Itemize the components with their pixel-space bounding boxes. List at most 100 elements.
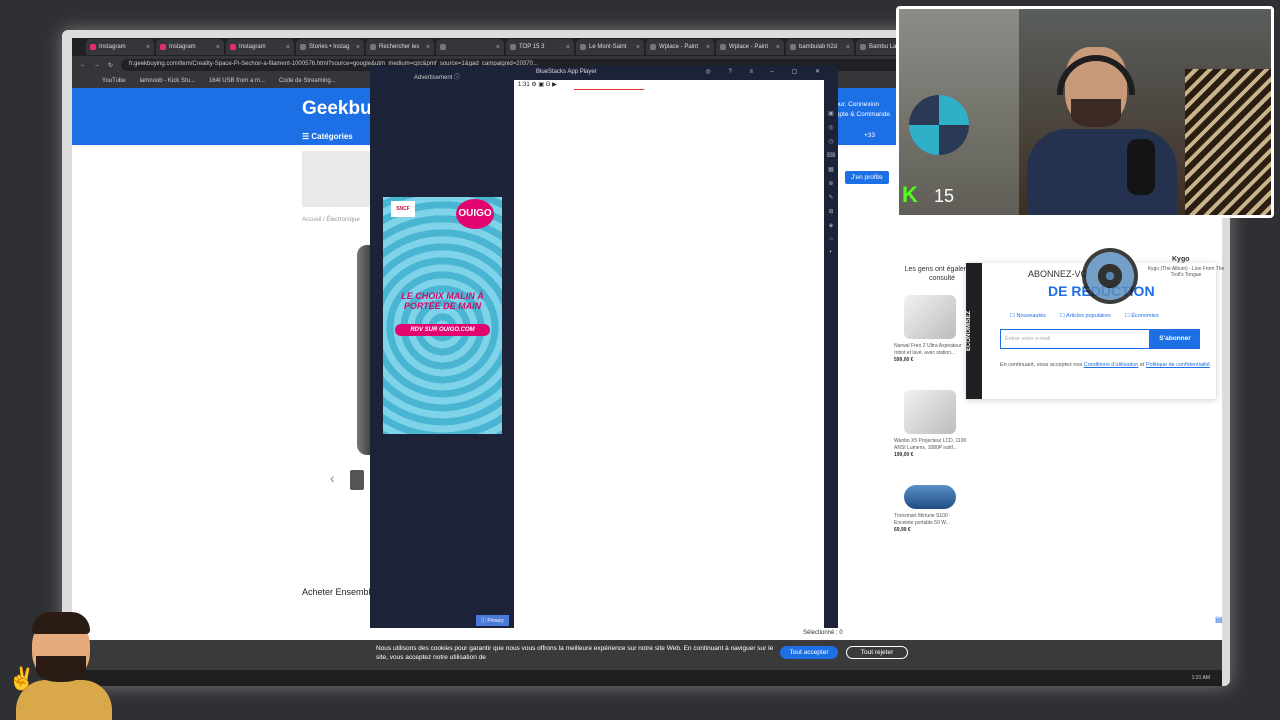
ad-privacy-button[interactable]: ⓘ Privacy [476, 615, 509, 626]
newsletter-side-label: ÉCONOMISEZ [966, 263, 982, 399]
option-popular[interactable]: ☐ Articles populaires [1060, 313, 1111, 319]
ouigo-ad[interactable]: SNCF OUIGO LE CHOIX MALIN À PORTÉE DE MA… [383, 197, 502, 434]
tab-favicon-icon [720, 44, 726, 50]
chevron-left-icon[interactable]: ‹ [330, 470, 335, 486]
tab-label: Instagram [239, 44, 266, 50]
product-price: 69,99 € [894, 527, 911, 533]
browser-tab[interactable]: TOP 15 3 × [506, 39, 574, 55]
toolbar-icon[interactable]: ⌨ [827, 152, 836, 159]
zebra-cushion [1185, 69, 1271, 215]
toolbar-icon[interactable]: ◐ [829, 249, 833, 255]
tab-label: Rechercher les [379, 44, 420, 50]
bookmark-kick[interactable]: lamnoob - Kick Stu... [140, 78, 195, 84]
close-icon[interactable]: × [216, 44, 220, 51]
close-icon[interactable]: × [286, 44, 290, 51]
streamer-avatar: ✌ [2, 610, 112, 720]
ad-cta-button[interactable]: RDV SUR OUIGO.COM [395, 324, 490, 336]
reload-icon[interactable]: ↻ [108, 62, 113, 69]
tab-label: bambulab h2d [799, 44, 838, 50]
product-thumbnail[interactable] [350, 470, 364, 490]
categories-menu[interactable]: ☰ Catégories [302, 132, 353, 141]
ad-label: Advertisement ⓘ [414, 75, 461, 81]
terms-link[interactable]: Conditions d'utilisation [1084, 362, 1139, 368]
toolbar-icon[interactable]: ⌂ [829, 236, 833, 242]
toolbar-icon[interactable]: ◈ [829, 222, 834, 229]
windows-taskbar: 1:31 AM [72, 670, 1222, 686]
close-icon[interactable]: × [146, 44, 150, 51]
bluestacks-title: BlueStacks App Player [536, 69, 597, 75]
toolbar-icon[interactable]: ◎ [828, 124, 833, 131]
newsletter-title: ABONNEZ-VO [1028, 269, 1088, 279]
bluestacks-window: Advertisement ⓘ SNCF OUIGO LE CHOIX MALI… [370, 66, 838, 628]
browser-tab[interactable]: × [436, 39, 504, 55]
avatar-hair [32, 612, 90, 634]
browser-tab[interactable]: Wplace - Paint × [716, 39, 784, 55]
browser-tab[interactable]: Stories • Instag × [296, 39, 364, 55]
close-icon[interactable]: × [776, 44, 780, 51]
toolbar-icon[interactable]: ▣ [828, 110, 834, 117]
option-new[interactable]: ☐ Nouveautés [1010, 313, 1046, 319]
newsletter-legal: En continuant, vous acceptez nos Conditi… [1000, 362, 1210, 368]
toolbar-icon[interactable]: ✎ [828, 194, 833, 201]
tab-favicon-icon [300, 44, 306, 50]
browser-tab[interactable]: Instagram × [156, 39, 224, 55]
promo-banner[interactable] [302, 151, 372, 207]
close-icon[interactable]: × [846, 44, 850, 51]
close-icon[interactable]: × [636, 44, 640, 51]
bookmark-usb[interactable]: 164t USB from a m... [209, 78, 265, 84]
peace-sign-icon: ✌ [8, 666, 36, 691]
privacy-link[interactable]: Politique de confidentialité [1146, 362, 1210, 368]
also-viewed-item[interactable]: Wanbo X5 Projecteur LCD, 1100 ANSI Lumen… [894, 390, 968, 459]
toolbar-icon[interactable]: ⊕ [828, 180, 833, 187]
tab-label: TOP 15 3 [519, 44, 545, 50]
close-icon[interactable]: × [496, 44, 500, 51]
toolbar-icon[interactable]: ▦ [828, 166, 834, 173]
window-controls[interactable]: ◎ ? ≡ – ▢ ✕ [706, 68, 828, 75]
cookie-banner: Nous utilisons des cookies pour garantir… [72, 640, 1222, 670]
tab-label: Stories • Instag [309, 44, 350, 50]
promo-cta-button[interactable]: J'en profite [845, 171, 889, 184]
browser-tab[interactable]: Instagram × [86, 39, 154, 55]
subscribe-button[interactable]: S'abonner [1150, 329, 1200, 349]
browser-tab[interactable]: bambulab h2d × [786, 39, 854, 55]
browser-tab[interactable]: Rechercher les × [366, 39, 434, 55]
tab-favicon-icon [580, 44, 586, 50]
clipboard-icon[interactable]: ▤ [1215, 615, 1223, 624]
toolbar-icon[interactable]: ⊞ [828, 208, 833, 215]
forward-icon[interactable]: → [94, 62, 100, 68]
browser-tab[interactable]: Instagram × [226, 39, 294, 55]
viewer-count: 15 [934, 186, 955, 206]
tab-favicon-icon [90, 44, 96, 50]
product-price: 599,00 € [894, 357, 914, 363]
also-viewed-item[interactable]: Tronsmart Mirtune S100 Enceinte portable… [894, 475, 968, 534]
login-link[interactable]: jour. Connexion [834, 100, 890, 110]
toolbar-icon[interactable]: ◷ [828, 138, 833, 145]
email-field[interactable]: Entrer votre e-mail [1000, 329, 1150, 349]
status-icons: ⚙ ▣ G ▶ [531, 82, 557, 88]
bookmark-youtube[interactable]: YouTube [102, 78, 126, 84]
tab-favicon-icon [650, 44, 656, 50]
close-icon[interactable]: × [356, 44, 360, 51]
also-viewed-item[interactable]: Narwal Freo Z Ultra Aspirateur robot et … [894, 295, 968, 364]
phone-number: +33 [864, 132, 876, 139]
ouigo-logo: OUIGO [456, 199, 494, 229]
reject-cookies-button[interactable]: Tout rejeter [846, 646, 908, 659]
breadcrumb[interactable]: Accueil / Électronique [302, 217, 360, 223]
tab-favicon-icon [440, 44, 446, 50]
avatar-beard [36, 656, 86, 682]
now-playing-widget: Kygo Kygo (The Album) - Live From The Tr… [1082, 248, 1224, 304]
orders-link[interactable]: mpte & Commande [834, 110, 890, 120]
option-savings[interactable]: ☐ Économies [1125, 313, 1159, 319]
bookmark-streaming[interactable]: Code de Streaming... [279, 78, 336, 84]
close-icon[interactable]: × [426, 44, 430, 51]
android-status-bar: 1:31 ⚙ ▣ G ▶ [514, 80, 824, 90]
browser-tab[interactable]: Wplace - Paint × [646, 39, 714, 55]
decor-wheel [909, 95, 969, 155]
bluestacks-side-toolbar: ▣ ◎ ◷ ⌨ ▦ ⊕ ✎ ⊞ ◈ ⌂ ◐ [824, 80, 838, 628]
close-icon[interactable]: × [566, 44, 570, 51]
back-icon[interactable]: ← [80, 62, 86, 68]
browser-tab[interactable]: Le Mont-Saint × [576, 39, 644, 55]
accept-cookies-button[interactable]: Tout accepter [780, 646, 838, 659]
android-screen[interactable] [514, 90, 824, 628]
close-icon[interactable]: × [706, 44, 710, 51]
